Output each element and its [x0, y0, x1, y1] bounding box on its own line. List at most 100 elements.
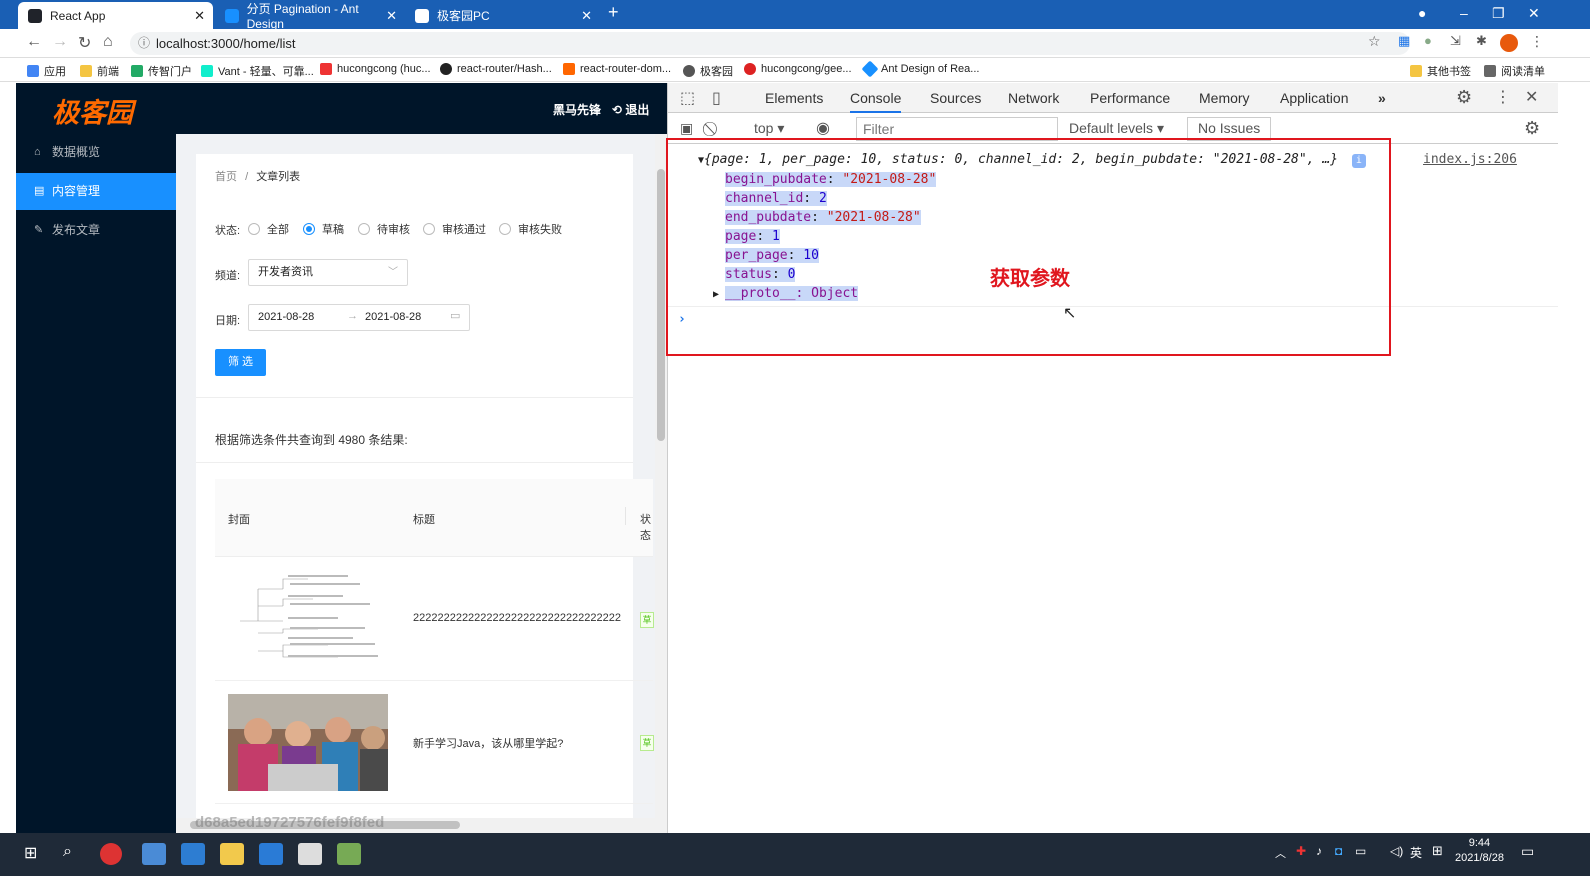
ant-design-icon [225, 8, 239, 23]
extension-icon[interactable]: ● [1424, 33, 1432, 48]
date-end[interactable]: 2021-08-28 [365, 311, 421, 323]
ime-indicator[interactable]: 英 [1410, 844, 1422, 861]
sidebar-item-overview[interactable]: ⌂ 数据概览 [16, 134, 176, 171]
device-toggle-icon[interactable]: ▯ [712, 88, 721, 108]
bookmark[interactable]: 传智门户 [131, 63, 192, 79]
close-icon[interactable]: ✕ [1525, 87, 1538, 107]
profile-dropdown-icon[interactable]: ● [1418, 5, 1426, 21]
tray-chevron-icon[interactable]: ︿ [1275, 845, 1286, 861]
restore-icon[interactable]: ❐ [1492, 5, 1505, 22]
sidebar-item-publish[interactable]: ✎ 发布文章 [16, 212, 176, 249]
tray-app-icon[interactable]: ◘ [1335, 844, 1342, 858]
date-range-picker[interactable]: 2021-08-28 → 2021-08-28 ▭ [248, 304, 470, 331]
avatar[interactable] [1500, 34, 1518, 52]
bookmark[interactable]: 极客园 [683, 63, 733, 79]
clock[interactable]: 9:44 2021/8/28 [1455, 836, 1504, 866]
tab-application[interactable]: Application [1280, 90, 1349, 106]
console-settings-icon[interactable]: ⚙ [1524, 118, 1540, 139]
app-icon[interactable] [337, 843, 361, 865]
bookmark[interactable]: Vant - 轻量、可靠... [201, 63, 314, 79]
article-title[interactable]: 2222222222222222222222222222222222 [413, 612, 621, 624]
radio-circle-icon [423, 223, 435, 235]
back-icon[interactable]: ← [26, 33, 42, 51]
context-select[interactable]: top ▾ [754, 120, 784, 137]
windows-start-icon[interactable]: ⊞ [24, 843, 48, 865]
bookmark[interactable]: 前端 [80, 63, 119, 79]
search-icon[interactable]: ⌕ [63, 843, 87, 865]
bookmark-other[interactable]: 其他书签 [1410, 63, 1471, 79]
settings-icon[interactable]: ⚙ [1456, 87, 1472, 108]
radio-circle-icon [248, 223, 260, 235]
bookmark[interactable]: Ant Design of Rea... [861, 60, 979, 78]
tab-network[interactable]: Network [1008, 90, 1059, 106]
close-tab-icon[interactable]: ✕ [581, 8, 592, 24]
chrome-icon[interactable] [100, 843, 122, 865]
result-count: 根据筛选条件共查询到 4980 条结果: [215, 433, 408, 447]
sidebar-toggle-icon[interactable]: ▣ [680, 120, 693, 137]
radio-all[interactable]: 全部 [248, 221, 289, 237]
url-input[interactable]: ⓘ localhost:3000/home/list [130, 32, 1410, 55]
bookmark[interactable]: hucongcong (huc... [320, 63, 431, 75]
annotation-text: 获取参数 [990, 268, 1070, 290]
tab-geek-pc[interactable]: 极客园PC ✕ [405, 2, 600, 29]
home-icon[interactable]: ⌂ [103, 33, 113, 51]
folder-icon[interactable] [220, 843, 244, 865]
source-link[interactable]: index.js:206 [1423, 152, 1517, 167]
tab-console[interactable]: Console [850, 90, 902, 113]
vscode-icon[interactable] [259, 843, 283, 865]
bookmark[interactable]: react-router/Hash... [440, 63, 552, 75]
star-icon[interactable]: ☆ [1368, 33, 1381, 50]
breadcrumb-home[interactable]: 首页 [215, 171, 237, 183]
radio-approved[interactable]: 审核通过 [423, 221, 486, 237]
radio-rejected[interactable]: 审核失败 [499, 221, 562, 237]
notification-icon[interactable]: ▭ [1521, 843, 1534, 860]
more-tabs-icon[interactable]: » [1378, 90, 1386, 106]
tab-elements[interactable]: Elements [765, 90, 823, 106]
logout-button[interactable]: ⟲ 退出 [612, 101, 649, 118]
levels-select[interactable]: Default levels ▾ [1069, 120, 1164, 137]
bookmark[interactable]: react-router-dom... [563, 63, 671, 75]
sidebar-item-content[interactable]: ▤ 内容管理 [16, 173, 176, 210]
forward-icon[interactable]: → [52, 33, 68, 51]
gitee-icon [744, 63, 756, 75]
tab-pagination[interactable]: 分页 Pagination - Ant Design ✕ [215, 2, 405, 31]
eye-icon[interactable]: ◉ [816, 118, 830, 138]
tab-sources[interactable]: Sources [930, 90, 981, 106]
more-icon[interactable]: ⋮ [1495, 87, 1511, 107]
puzzle-icon[interactable]: ✱ [1476, 33, 1487, 49]
close-tab-icon[interactable]: ✕ [194, 8, 205, 24]
bookmark[interactable]: hucongcong/gee... [744, 63, 852, 75]
extension-icon[interactable]: ▦ [1398, 33, 1410, 49]
reload-icon[interactable]: ↻ [78, 33, 91, 53]
app-icon[interactable] [142, 843, 166, 865]
radio-draft[interactable]: 草稿 [303, 221, 344, 237]
reading-list[interactable]: 阅读清单 [1484, 63, 1545, 79]
channel-select[interactable]: 开发者资讯 ﹀ [248, 259, 408, 286]
radio-pending[interactable]: 待审核 [358, 221, 410, 237]
more-icon[interactable]: ⋮ [1530, 33, 1544, 50]
new-tab-icon[interactable]: + [608, 2, 619, 23]
close-tab-icon[interactable]: ✕ [386, 8, 397, 24]
clock-time: 9:44 [1468, 837, 1491, 849]
info-icon[interactable]: ⓘ [138, 32, 150, 55]
article-title[interactable]: 新手学习Java，该从哪里学起? [413, 735, 563, 751]
tray-app-icon[interactable]: ✚ [1296, 844, 1306, 858]
inspect-icon[interactable]: ⬚ [680, 88, 695, 108]
tab-performance[interactable]: Performance [1090, 90, 1170, 106]
network-icon[interactable]: ▭ [1355, 844, 1366, 858]
close-window-icon[interactable]: ✕ [1528, 5, 1540, 22]
extension-icon[interactable]: ⇲ [1450, 33, 1461, 49]
keyboard-icon[interactable]: ⊞ [1432, 843, 1443, 859]
volume-icon[interactable]: ◁) [1390, 844, 1403, 858]
microphone-icon[interactable]: ♪ [1316, 844, 1322, 858]
filter-button[interactable]: 筛 选 [215, 349, 266, 376]
date-start[interactable]: 2021-08-28 [258, 311, 314, 323]
browser-tab-bar: React App ✕ 分页 Pagination - Ant Design ✕… [0, 0, 1590, 31]
scroll-thumb[interactable] [657, 169, 665, 441]
tab-memory[interactable]: Memory [1199, 90, 1250, 106]
typora-icon[interactable] [298, 843, 322, 865]
minimize-icon[interactable]: – [1460, 5, 1468, 21]
tab-react-app[interactable]: React App ✕ [18, 2, 213, 29]
bookmark-apps[interactable]: 应用 [27, 63, 66, 79]
app-icon[interactable] [181, 843, 205, 865]
